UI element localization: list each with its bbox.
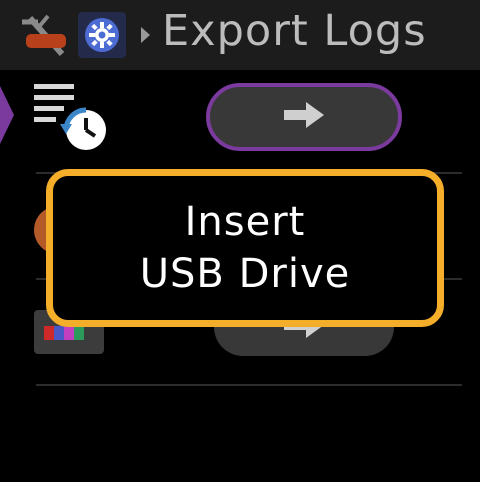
tool-icon[interactable] [18,14,74,58]
header-bar: Export Logs [0,0,480,70]
page-title: Export Logs [162,6,427,56]
list-item-export-logs[interactable] [0,80,480,170]
selection-marker [0,86,14,144]
insert-usb-dialog: Insert USB Drive [46,169,444,327]
device-screen: Export Logs Insert USB Drive [0,0,480,482]
export-button[interactable] [206,83,402,151]
chevron-right-icon [138,25,152,45]
gear-icon[interactable] [78,12,126,58]
dialog-line-1: Insert [184,199,306,245]
dialog-line-2: USB Drive [139,251,351,297]
arrow-right-icon [282,101,326,133]
divider [36,384,462,386]
log-history-icon [34,84,110,154]
